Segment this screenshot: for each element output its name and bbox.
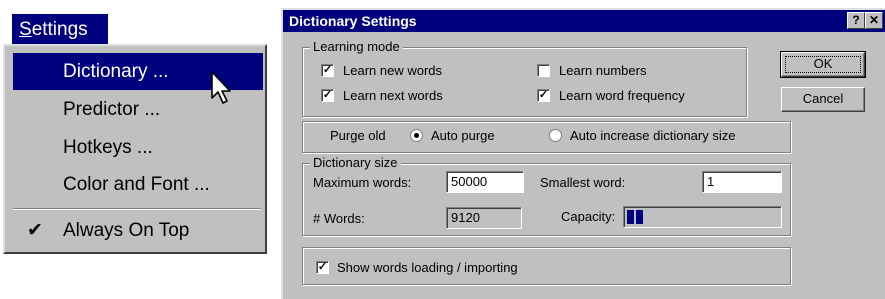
maximum-words-input[interactable]: 50000 [446, 171, 524, 193]
purge-old-label: Purge old [330, 128, 386, 143]
learn-next-words-checkbox[interactable]: ✓ [321, 89, 334, 102]
maximum-words-label: Maximum words: [313, 175, 412, 190]
learn-next-words-label: Learn next words [343, 88, 443, 103]
learn-numbers-checkbox[interactable] [537, 64, 550, 77]
learn-word-frequency-checkbox[interactable]: ✓ [537, 89, 550, 102]
check-icon: ✓ [317, 261, 328, 273]
show-loading-label: Show words loading / importing [337, 260, 518, 275]
close-button[interactable]: ✕ [865, 12, 883, 29]
smallest-word-label: Smallest word: [540, 175, 626, 190]
menu-item-hotkeys-label: Hotkeys ... [63, 137, 153, 158]
learning-mode-label: Learning mode [310, 40, 403, 54]
words-count-value: 9120 [446, 207, 522, 229]
checkmark-icon: ✔ [27, 220, 43, 241]
words-count-label: # Words: [313, 211, 365, 226]
dialog-title: Dictionary Settings [283, 10, 885, 32]
learn-numbers-label: Learn numbers [559, 63, 647, 78]
menu-item-dictionary-label: Dictionary ... [63, 61, 169, 82]
capacity-label: Capacity: [561, 209, 616, 224]
auto-purge-radio[interactable] [410, 129, 423, 142]
menu-item-color-and-font-label: Color and Font ... [63, 174, 210, 195]
capacity-bar-segment [627, 210, 634, 224]
help-icon: ? [852, 13, 860, 27]
menu-item-hotkeys[interactable]: Hotkeys ... [13, 129, 263, 166]
menu-item-always-on-top[interactable]: ✔ Always On Top [13, 212, 263, 249]
menu-item-color-and-font[interactable]: Color and Font ... [13, 166, 263, 203]
learn-new-words-label: Learn new words [343, 63, 442, 78]
learn-word-frequency-label: Learn word frequency [559, 88, 685, 103]
capacity-bar-segment [636, 210, 643, 224]
menu-item-predictor-label: Predictor ... [63, 99, 161, 120]
auto-purge-label: Auto purge [431, 128, 495, 143]
learning-mode-group [302, 47, 747, 117]
check-icon: ✓ [538, 89, 549, 101]
menu-item-always-on-top-label: Always On Top [63, 220, 190, 241]
ok-button[interactable]: OK [780, 51, 866, 78]
smallest-word-input[interactable]: 1 [702, 171, 782, 193]
dictionary-size-label: Dictionary size [310, 156, 401, 170]
help-button[interactable]: ? [847, 12, 865, 29]
show-loading-checkbox[interactable]: ✓ [316, 261, 329, 274]
check-icon: ✓ [322, 64, 333, 76]
cancel-button[interactable]: Cancel [781, 87, 865, 112]
settings-menu-title-text: ettings [31, 19, 88, 40]
settings-menu-title[interactable]: Settings [12, 14, 108, 46]
mouse-pointer-icon [211, 71, 231, 104]
auto-increase-label: Auto increase dictionary size [570, 128, 736, 143]
close-icon: ✕ [868, 13, 880, 27]
check-icon: ✓ [322, 89, 333, 101]
learn-new-words-checkbox[interactable]: ✓ [321, 64, 334, 77]
auto-increase-radio[interactable] [549, 129, 562, 142]
menu-separator [13, 208, 261, 210]
cancel-button-label: Cancel [802, 91, 844, 106]
capacity-bar [623, 206, 782, 228]
